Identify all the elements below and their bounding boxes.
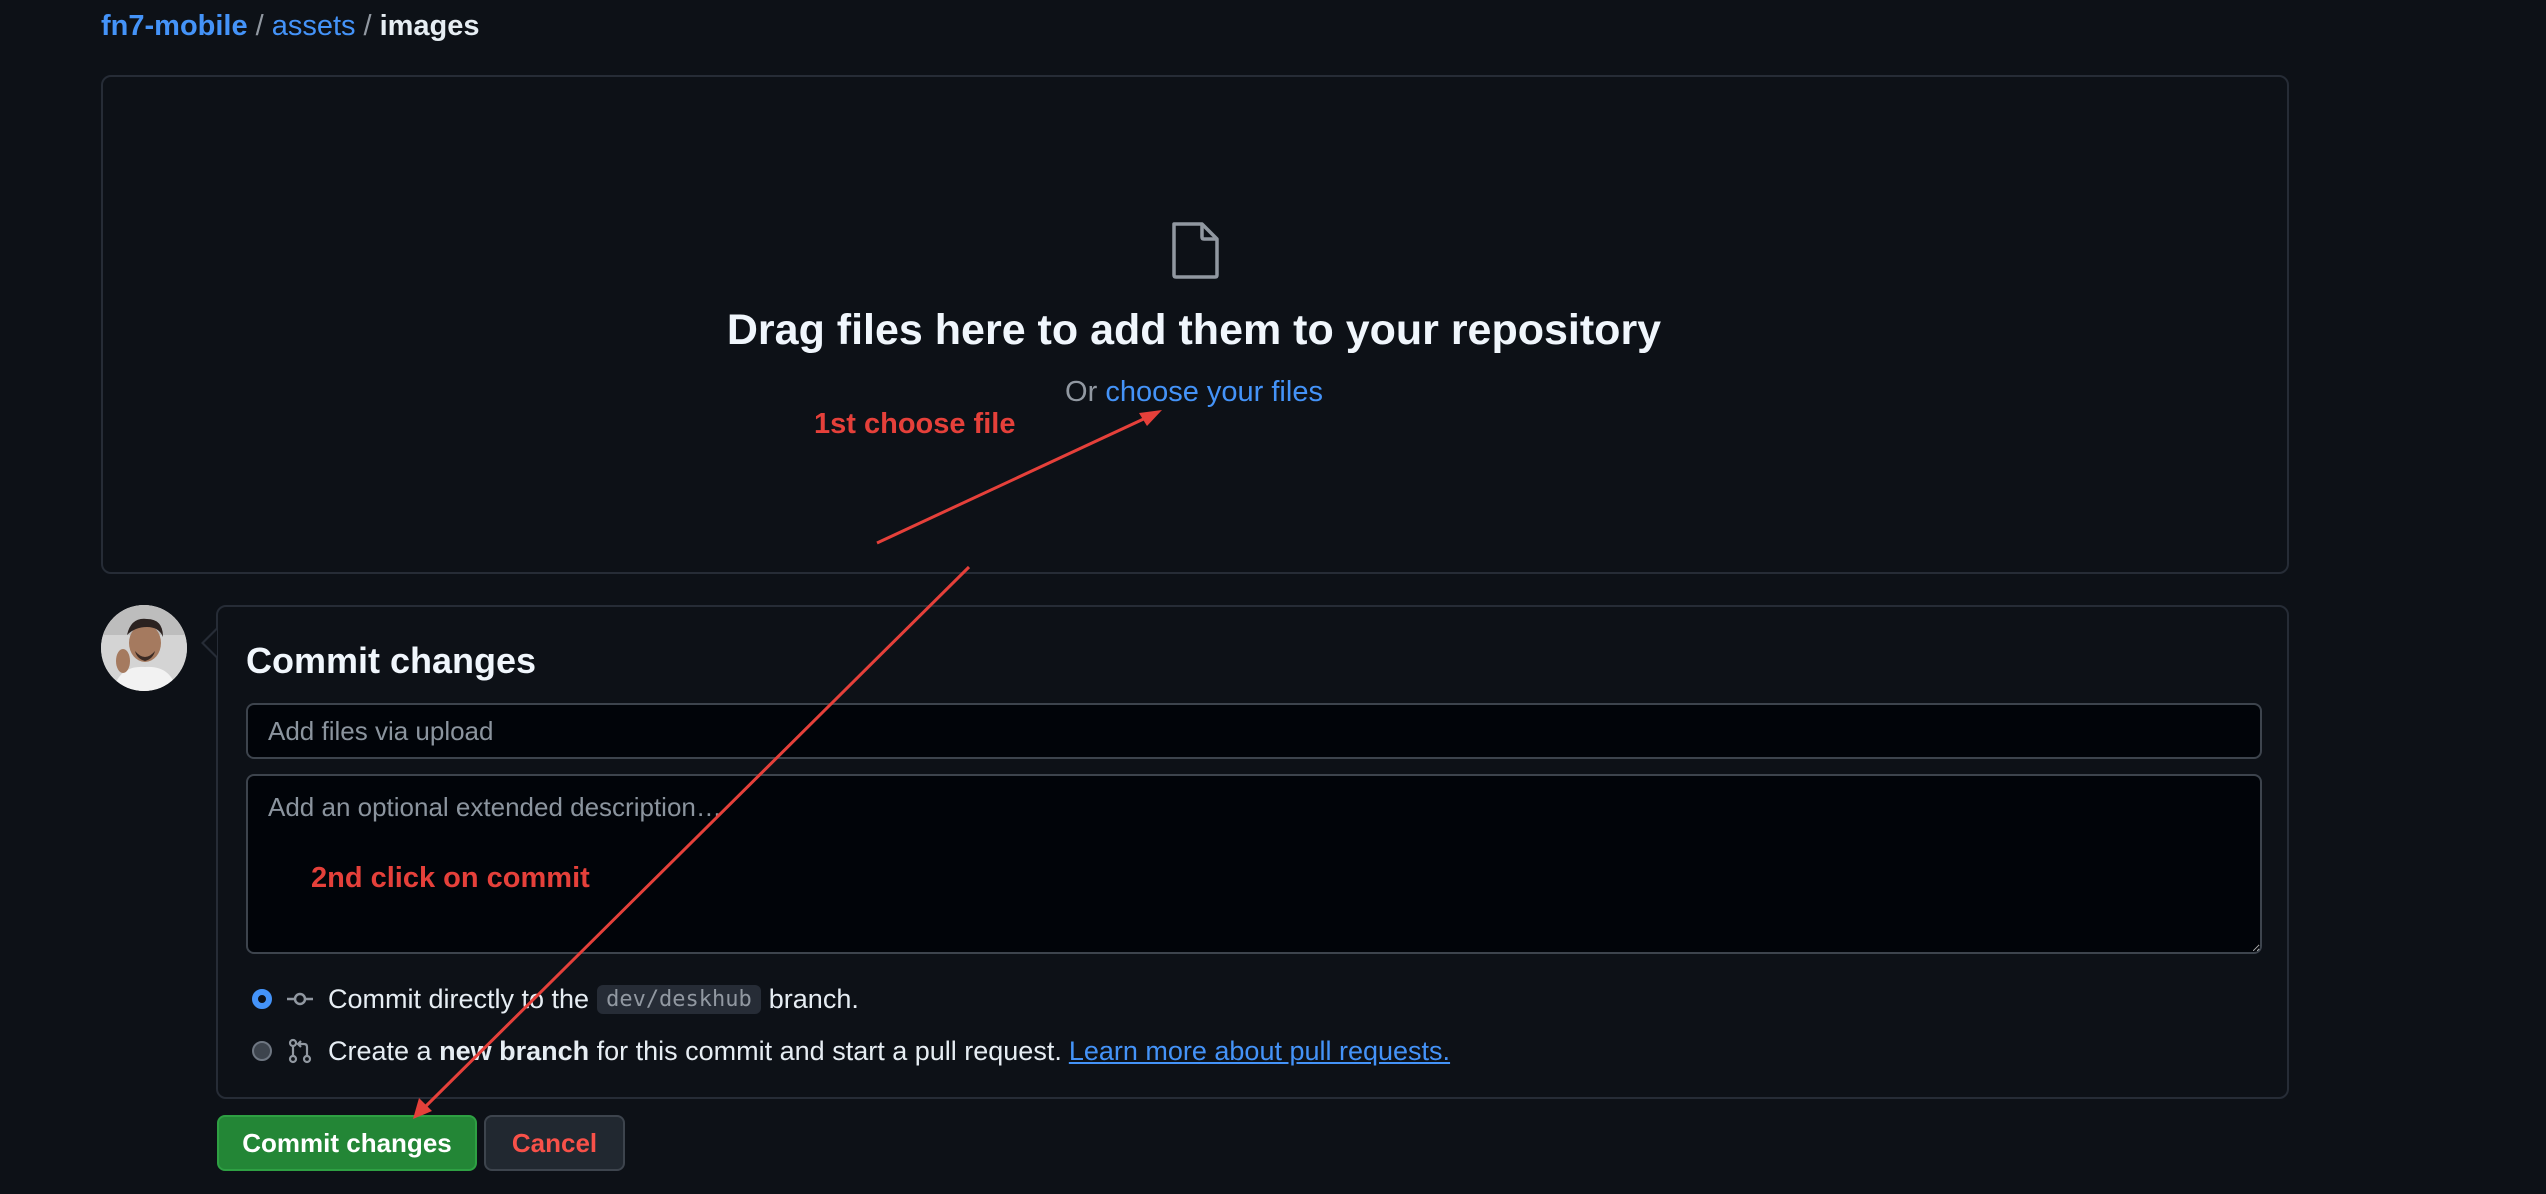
- git-commit-icon: [287, 992, 313, 1006]
- new-branch-prefix: Create a: [328, 1035, 432, 1066]
- commit-panel-caret-fill: [204, 630, 217, 656]
- new-branch-bold: new branch: [439, 1035, 590, 1066]
- option-commit-direct[interactable]: Commit directly to the dev/deskhub branc…: [252, 981, 859, 1017]
- breadcrumb-separator: /: [363, 10, 372, 42]
- branch-name: dev/deskhub: [597, 984, 761, 1014]
- dropzone-or-text: Or: [1065, 376, 1098, 408]
- breadcrumb: fn7-mobile / assets / images: [101, 8, 480, 44]
- option-new-branch[interactable]: Create a new branch for this commit and …: [252, 1033, 1450, 1069]
- choose-files-link[interactable]: choose your files: [1105, 376, 1323, 408]
- new-branch-radio[interactable]: [252, 1041, 272, 1061]
- avatar-photo: [101, 605, 187, 691]
- breadcrumb-separator: /: [255, 10, 264, 42]
- commit-changes-button[interactable]: Commit changes: [217, 1115, 477, 1171]
- file-icon: [1172, 222, 1219, 279]
- commit-title: Commit changes: [246, 640, 537, 681]
- new-branch-suffix: for this commit and start a pull request…: [596, 1035, 1062, 1066]
- annotation-step1: 1st choose file: [814, 408, 1016, 440]
- breadcrumb-folder-link[interactable]: assets: [272, 10, 356, 42]
- breadcrumb-repo-link[interactable]: fn7-mobile: [101, 10, 248, 42]
- dropzone-title: Drag files here to add them to your repo…: [726, 306, 1662, 354]
- cancel-button[interactable]: Cancel: [484, 1115, 625, 1171]
- git-pull-request-icon: [288, 1038, 312, 1064]
- avatar: [101, 605, 187, 691]
- commit-direct-prefix: Commit directly to the: [328, 983, 590, 1014]
- breadcrumb-current: images: [379, 10, 480, 42]
- commit-summary-input[interactable]: [246, 703, 2262, 759]
- dropzone-subtitle: Or choose your files: [0, 372, 2388, 412]
- annotation-step2: 2nd click on commit: [311, 862, 590, 894]
- commit-direct-radio[interactable]: [252, 989, 272, 1009]
- commit-direct-suffix: branch.: [768, 983, 859, 1014]
- learn-more-pull-requests-link[interactable]: Learn more about pull requests.: [1069, 1036, 1450, 1067]
